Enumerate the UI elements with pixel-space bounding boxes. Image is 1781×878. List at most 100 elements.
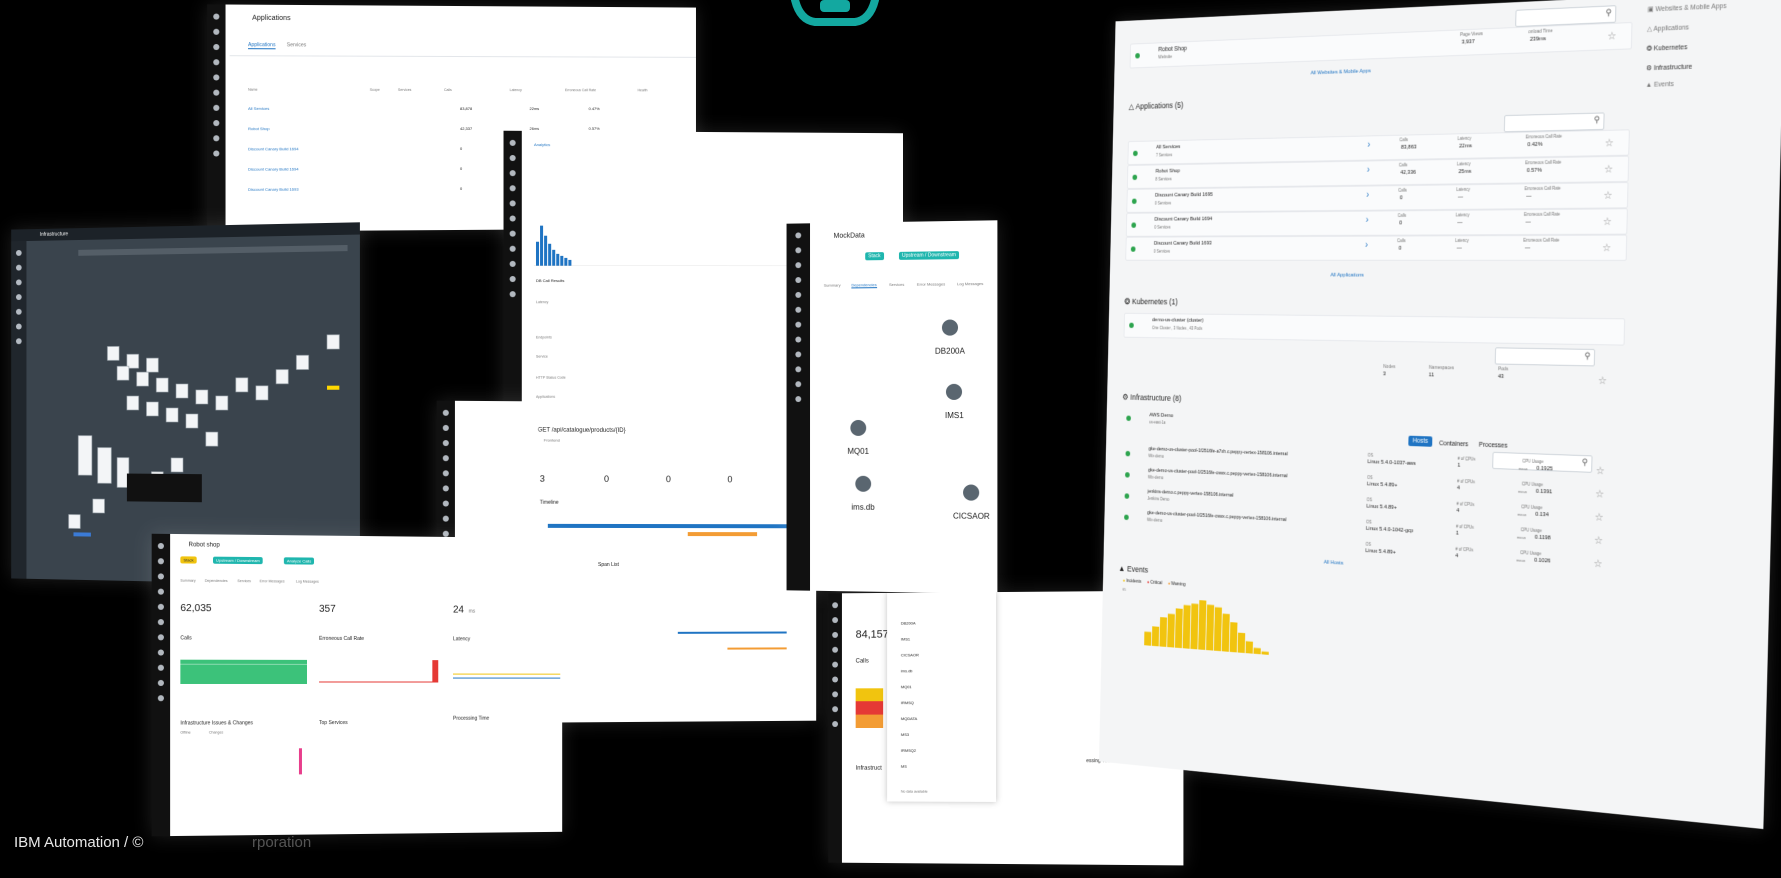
col-calls[interactable]: Calls (444, 88, 452, 92)
stat-value: 3 (539, 473, 545, 484)
chevron-right-icon[interactable]: › (1365, 240, 1368, 250)
website-name[interactable]: Robot Shop (1158, 46, 1187, 53)
tab-summary[interactable]: Summary (180, 579, 195, 583)
tab-services[interactable]: Services (237, 579, 251, 583)
tab-dependencies[interactable]: Dependencies (205, 579, 228, 583)
favorite-star-icon[interactable]: ☆ (1598, 374, 1607, 387)
upstream-downstream-button[interactable]: Upstream / Downstream (898, 251, 959, 260)
col-health[interactable]: Health (638, 88, 648, 92)
tab-hosts[interactable]: Hosts (1408, 435, 1433, 447)
cpus-value: 4 (1456, 485, 1460, 492)
favorite-star-icon[interactable]: ☆ (1594, 534, 1603, 547)
app-name[interactable]: Discount Canary Build 1693 (1154, 241, 1212, 247)
table-row-name[interactable]: Discount Canary Build 1694 (248, 166, 299, 171)
list-item-aws[interactable]: AWS Demo us-east-1a (1122, 410, 1623, 443)
cluster-name[interactable]: demo-us-cluster (cluster) (1152, 318, 1204, 324)
table-row-name[interactable]: Discount Canary Build 1693 (248, 187, 299, 192)
app-name[interactable]: Discount Canary Build 1694 (1154, 217, 1212, 223)
stack-button[interactable]: Stack (865, 252, 884, 261)
dropdown-item[interactable]: DB200A (901, 621, 916, 626)
sidebar-item-websites[interactable]: ▣ Websites & Mobile Apps (1647, 2, 1726, 13)
stack-button[interactable]: Stack (180, 556, 197, 564)
tab-services[interactable]: Services (287, 42, 306, 48)
os-label: OS (1366, 497, 1373, 503)
dropdown-item[interactable]: CICSAOR (901, 652, 919, 657)
tab-log-messages[interactable]: Log Messages (296, 580, 319, 584)
table-row[interactable]: Discount Canary Build 1694 0 Services › Cal… (1125, 208, 1628, 237)
timeline-span[interactable] (687, 532, 758, 537)
timeline-span[interactable] (547, 523, 817, 529)
dependency-node[interactable]: CICSAOR (953, 484, 990, 524)
favorite-star-icon[interactable]: ☆ (1594, 511, 1603, 524)
breadcrumb[interactable]: Analytics (534, 142, 550, 147)
list-item-website[interactable]: Robot Shop Website Page Views 3,937 onlo… (1129, 21, 1633, 69)
table-row-name[interactable]: All Services (248, 106, 269, 111)
favorite-star-icon[interactable]: ☆ (1605, 136, 1614, 149)
search-input[interactable]: ⚲ (1494, 347, 1596, 367)
sidebar-item-applications[interactable]: △ Applications (1647, 23, 1689, 33)
tab-error-messages[interactable]: Error Messages (917, 281, 945, 286)
app-name[interactable]: Robot Shop (1156, 169, 1181, 175)
app-name[interactable]: All Services (1156, 144, 1180, 150)
col-services[interactable]: Services (398, 88, 411, 92)
tab-containers[interactable]: Containers (1439, 440, 1468, 448)
tab-error-messages[interactable]: Error Messages (260, 579, 285, 583)
namespaces-value: 11 (1428, 372, 1435, 379)
favorite-star-icon[interactable]: ☆ (1593, 557, 1602, 570)
dropdown-item[interactable]: MQDATA (901, 716, 917, 721)
upstream-downstream-button[interactable]: Upstream / Downstream (212, 556, 263, 565)
favorite-star-icon[interactable]: ☆ (1604, 163, 1613, 176)
chevron-right-icon[interactable]: › (1367, 140, 1370, 150)
aws-name[interactable]: AWS Demo (1149, 413, 1173, 419)
tab-summary[interactable]: Summary (824, 283, 841, 288)
dependency-node[interactable]: IMS1 (945, 383, 964, 423)
col-latency[interactable]: Latency (510, 88, 522, 92)
table-row-name[interactable]: Discount Canary Build 1694 (248, 146, 299, 151)
favorite-star-icon[interactable]: ☆ (1602, 241, 1611, 254)
dropdown-item[interactable]: IMS1 (901, 637, 910, 642)
tab-applications[interactable]: Applications (248, 42, 276, 50)
favorite-star-icon[interactable]: ☆ (1596, 464, 1605, 477)
tab-dependencies[interactable]: Dependencies (851, 282, 877, 289)
cpu-usage-label: CPU Usage (1522, 458, 1544, 465)
dropdown-item[interactable]: ims.db (901, 668, 913, 673)
all-applications-link[interactable]: All Applications (1330, 273, 1364, 279)
sidebar-item-events[interactable]: ▲ Events (1646, 81, 1674, 89)
dependency-node[interactable]: DB200A (935, 319, 965, 358)
all-hosts-link[interactable]: All Hosts (1324, 560, 1344, 567)
chevron-right-icon[interactable]: › (1366, 190, 1369, 200)
legend-item: Changes (208, 730, 224, 735)
sidebar-item-kubernetes[interactable]: ❂ Kubernetes (1646, 43, 1687, 52)
col-error-rate[interactable]: Erroneous Call Rate (565, 88, 596, 92)
favorite-star-icon[interactable]: ☆ (1603, 189, 1612, 202)
chevron-right-icon[interactable]: › (1366, 215, 1369, 225)
dropdown-item[interactable]: IRMSQ2 (901, 748, 916, 753)
all-websites-link[interactable]: All Websites & Mobile Apps (1311, 69, 1371, 77)
col-name[interactable]: Name (248, 88, 258, 92)
analyze-calls-button[interactable]: Analyze Calls (283, 557, 315, 565)
dropdown-item[interactable]: MQ01 (901, 684, 912, 689)
favorite-star-icon[interactable]: ☆ (1603, 215, 1612, 228)
favorite-star-icon[interactable]: ☆ (1607, 29, 1616, 42)
host-name[interactable]: gke-demo-us-cluster-pool-1f2516fe-cswx.c… (1148, 468, 1287, 479)
app-name[interactable]: Discount Canary Build 1695 (1155, 192, 1213, 198)
host-name[interactable]: gke-demo-us-cluster-pool-1f2516fe-a7xh.c… (1148, 446, 1287, 457)
sidebar-item-infrastructure[interactable]: ⚙ Infrastructure (1646, 63, 1692, 72)
events-legend: ● Incidents ● Critical ● Warning (1123, 578, 1186, 587)
node-dropdown[interactable]: DB200A IMS1 CICSAOR ims.db MQ01 IRMSQ MQ… (887, 592, 997, 802)
favorite-star-icon[interactable]: ☆ (1595, 488, 1604, 500)
dependency-node[interactable]: ims.db (851, 475, 875, 515)
col-scope[interactable]: Scope (370, 88, 380, 92)
table-row[interactable]: Discount Canary Build 1693 0 Services › Cal… (1125, 234, 1628, 261)
dropdown-item[interactable]: IRMSQ (901, 700, 914, 705)
list-item-cluster[interactable]: demo-us-cluster (cluster) One Cluster , … (1123, 312, 1626, 346)
dependency-node[interactable]: MQ01 (847, 419, 869, 459)
infrastructure-3d-map[interactable] (11, 222, 360, 585)
dropdown-item[interactable]: MS (901, 764, 907, 769)
table-row-name[interactable]: Robot Shop (248, 126, 270, 131)
tab-services[interactable]: Services (889, 282, 904, 287)
tab-processes[interactable]: Processes (1479, 442, 1508, 450)
tab-log-messages[interactable]: Log Messages (957, 281, 983, 286)
dropdown-item[interactable]: MS3 (901, 732, 909, 737)
chevron-right-icon[interactable]: › (1367, 165, 1370, 175)
